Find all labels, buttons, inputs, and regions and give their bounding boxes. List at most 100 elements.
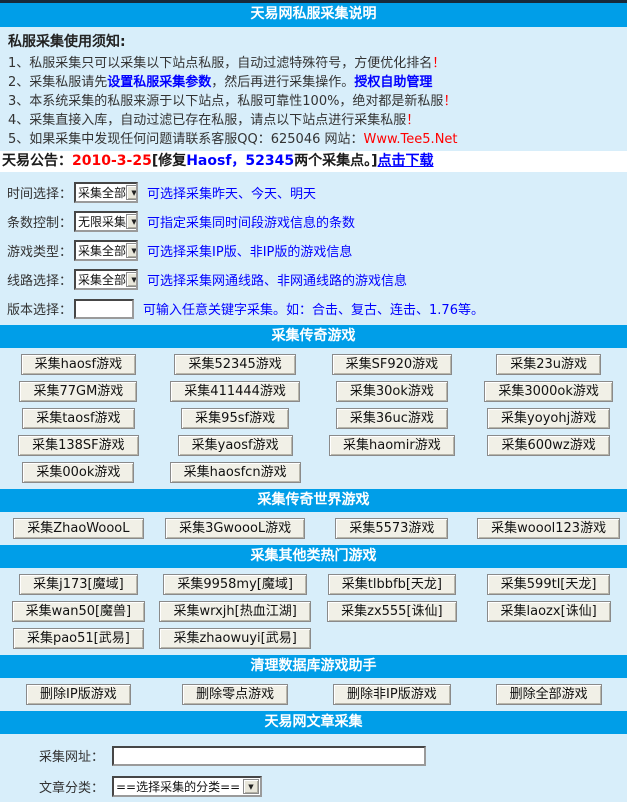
line-select-description: 可选择采集网通线路、非网通线路的游戏信息 (147, 270, 407, 289)
collect-game-button[interactable]: 采集3000ok游戏 (484, 381, 613, 402)
collect-game-button[interactable]: 采集wan50[魔兽] (12, 601, 146, 622)
collect-game-button[interactable]: 采集zhaowuyi[武易] (159, 628, 310, 649)
collect-game-button[interactable]: 采集599tl[天龙] (487, 574, 611, 595)
button-cell: 采集600wz游戏 (470, 432, 627, 459)
chevron-down-icon: ▼ (243, 779, 259, 794)
button-cell: 删除IP版游戏 (0, 681, 157, 708)
text-segment: 2、采集私服请先 (8, 75, 107, 90)
article-category-value: ==选择采集的分类== (114, 778, 240, 795)
collect-game-button[interactable]: 采集haomir游戏 (329, 435, 455, 456)
version-input-label: 版本选择： (7, 299, 72, 318)
collect-game-button[interactable]: 采集5573游戏 (335, 518, 448, 539)
announcement-bar: 天易公告：2010-3-25[修复Haosf，52345两个采集点。]点击下载 (0, 151, 627, 172)
text-segment: 1、私服采集只可以采集以下站点私服，自动过滤特殊符号，方便优化排名 (8, 56, 432, 71)
collect-game-button[interactable]: 采集ZhaoWoooL (13, 518, 143, 539)
auth-self-manage-link[interactable]: 授权自助管理 (354, 75, 432, 90)
section-header: 采集传奇游戏 (0, 325, 627, 348)
button-grid: 采集haosf游戏 采集52345游戏 采集SF920游戏 采集23u游戏采集77GM… (0, 348, 627, 489)
article-category-select[interactable]: ==选择采集的分类== ▼ (112, 776, 262, 797)
collect-game-button[interactable]: 采集00ok游戏 (22, 462, 134, 483)
delete-game-button[interactable]: 删除零点游戏 (182, 684, 288, 705)
collect-game-button[interactable]: 采集j173[魔域] (19, 574, 138, 595)
button-cell: 删除全部游戏 (470, 681, 627, 708)
instruction-line: 3、本系统采集的私服来源于以下站点，私服可靠性100%，绝对都是新私服！ (8, 92, 619, 111)
page: 天易网私服采集说明 私服采集使用须知: 1、私服采集只可以采集以下站点私服，自动… (0, 0, 627, 802)
article-url-input[interactable] (112, 746, 426, 766)
line-select-label: 线路选择： (7, 270, 72, 289)
collect-game-button[interactable]: 采集9958my[魔域] (163, 574, 307, 595)
collect-game-button[interactable]: 采集23u游戏 (496, 354, 601, 375)
collect-game-button[interactable]: 采集haosfcn游戏 (170, 462, 301, 483)
instruction-line: 1、私服采集只可以采集以下站点私服，自动过滤特殊符号，方便优化排名！ (8, 54, 619, 73)
select-value: 采集全部 (76, 271, 126, 288)
instruction-line: 4、采集直接入库，自动过滤已存在私服，请点以下站点进行采集私服！ (8, 111, 619, 130)
collect-game-button[interactable]: 采集wrxjh[热血江湖] (159, 601, 310, 622)
collect-game-button[interactable]: 采集138SF游戏 (18, 435, 139, 456)
collect-game-button[interactable]: 采集pao51[武易] (13, 628, 144, 649)
game-type-select-description: 可选择采集IP版、非IP版的游戏信息 (147, 241, 352, 260)
collect-game-button[interactable]: 采集haosf游戏 (21, 354, 137, 375)
article-section-title: 天易网文章采集 (265, 714, 363, 730)
text-segment: ！ (406, 113, 419, 128)
button-cell: 采集599tl[天龙] (470, 571, 627, 598)
button-cell: 采集haosf游戏 (0, 351, 157, 378)
delete-game-button[interactable]: 删除全部游戏 (496, 684, 602, 705)
collect-game-button[interactable]: 采集95sf游戏 (181, 408, 289, 429)
article-url-label: 采集网址： (0, 746, 104, 765)
text-segment: 4、采集直接入库，自动过滤已存在私服，请点以下站点进行采集私服 (8, 113, 406, 128)
collect-game-button[interactable]: 采集yaosf游戏 (178, 435, 293, 456)
button-cell: 采集SF920游戏 (314, 351, 471, 378)
game-type-select[interactable]: 采集全部 ▼ (74, 240, 138, 261)
version-input[interactable] (74, 299, 134, 319)
text-segment: ！ (443, 94, 456, 109)
collect-game-button[interactable]: 采集30ok游戏 (336, 381, 448, 402)
time-select-description: 可选择采集昨天、今天、明天 (147, 183, 316, 202)
button-cell: 采集3GwoooL游戏 (157, 515, 314, 542)
collect-game-button[interactable]: 采集tlbbfb[天龙] (328, 574, 456, 595)
button-cell: 采集haosfcn游戏 (157, 459, 314, 486)
button-cell: 采集3000ok游戏 (470, 378, 627, 405)
chevron-down-icon: ▼ (126, 272, 138, 287)
collect-game-button[interactable]: 采集zx555[诛仙] (327, 601, 456, 622)
collect-game-button[interactable]: 采集36uc游戏 (336, 408, 448, 429)
collect-game-button[interactable]: 采集laozx[诛仙] (487, 601, 611, 622)
set-collect-params-link[interactable]: 设置私服采集参数 (107, 75, 211, 90)
article-url-row: 采集网址： (0, 740, 627, 771)
button-cell: 采集138SF游戏 (0, 432, 157, 459)
text-segment: 3、本系统采集的私服来源于以下站点，私服可靠性100%，绝对都是新私服 (8, 94, 443, 109)
text-segment: 两个采集点。] (294, 153, 377, 169)
button-cell: 采集haomir游戏 (314, 432, 471, 459)
count-select[interactable]: 无限采集 ▼ (74, 211, 138, 232)
button-cell: 采集woool123游戏 (470, 515, 627, 542)
collect-game-button[interactable]: 采集411444游戏 (170, 381, 300, 402)
button-cell: 采集zhaowuyi[武易] (157, 625, 314, 652)
collect-game-button[interactable]: 采集52345游戏 (174, 354, 295, 375)
chevron-down-icon: ▼ (126, 214, 138, 229)
instructions-panel: 私服采集使用须知: 1、私服采集只可以采集以下站点私服，自动过滤特殊符号，方便优… (0, 27, 627, 151)
collect-game-button[interactable]: 采集600wz游戏 (487, 435, 609, 456)
line-select[interactable]: 采集全部 ▼ (74, 269, 138, 290)
section-header: 采集其他类热门游戏 (0, 545, 627, 568)
text-segment: Haosf，52345 (186, 153, 294, 169)
article-category-row: 文章分类： ==选择采集的分类== ▼ (0, 771, 627, 802)
form-row: 游戏类型： 采集全部 ▼ 可选择采集IP版、非IP版的游戏信息 (0, 236, 627, 265)
collect-game-button[interactable]: 采集3GwoooL游戏 (165, 518, 305, 539)
collect-game-button[interactable]: 采集woool123游戏 (477, 518, 620, 539)
time-select[interactable]: 采集全部 ▼ (74, 182, 138, 203)
delete-game-button[interactable]: 删除IP版游戏 (26, 684, 131, 705)
article-collect-form: 采集网址： 文章分类： ==选择采集的分类== ▼ (0, 734, 627, 802)
delete-game-button[interactable]: 删除非IP版游戏 (333, 684, 451, 705)
collect-game-button[interactable]: 采集SF920游戏 (332, 354, 453, 375)
collect-game-button[interactable]: 采集77GM游戏 (19, 381, 137, 402)
button-cell: 采集36uc游戏 (314, 405, 471, 432)
download-link[interactable]: 点击下载 (378, 153, 434, 169)
text-segment: Www.Tee5.Net (364, 132, 458, 147)
page-title: 天易网私服采集说明 (251, 6, 377, 22)
version-input-description: 可输入任意关键字采集。如：合击、复古、连击、1.76等。 (143, 299, 484, 318)
section-header: 采集传奇世界游戏 (0, 489, 627, 512)
collect-game-button[interactable]: 采集yoyohj游戏 (487, 408, 610, 429)
button-cell: 采集laozx[诛仙] (470, 598, 627, 625)
count-select-label: 条数控制： (7, 212, 72, 231)
collect-section: 采集传奇世界游戏 采集ZhaoWoooL 采集3GwoooL游戏 采集5573游戏 采… (0, 489, 627, 545)
collect-game-button[interactable]: 采集taosf游戏 (22, 408, 134, 429)
